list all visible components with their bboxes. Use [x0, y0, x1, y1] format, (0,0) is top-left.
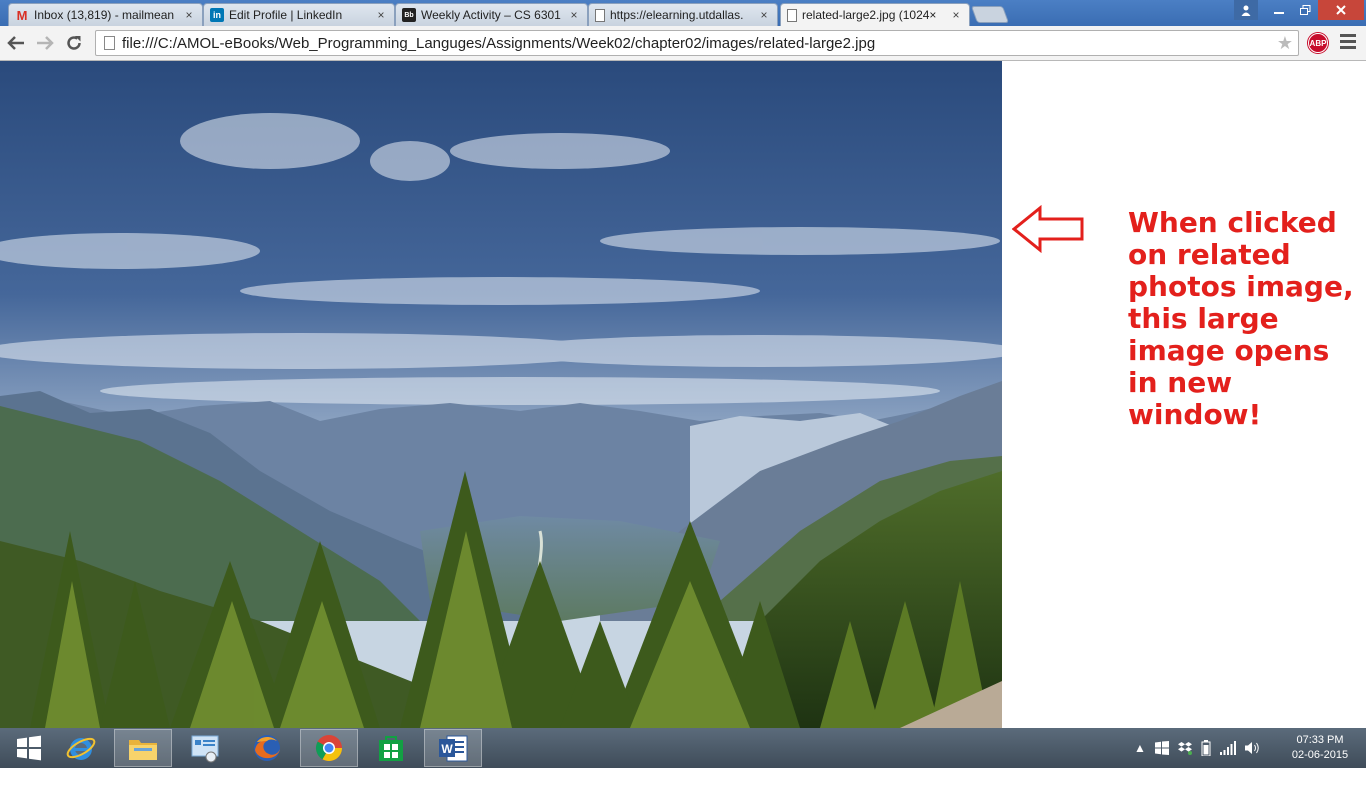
svg-text:W: W [441, 742, 453, 756]
dropbox-icon[interactable] [1177, 741, 1192, 755]
battery-icon[interactable] [1201, 740, 1211, 756]
restore-icon[interactable] [1292, 0, 1318, 20]
tab-close-icon[interactable]: × [949, 8, 963, 22]
page-content: When clicked on related photos image, th… [0, 61, 1366, 728]
network-signal-icon[interactable] [1219, 741, 1236, 755]
tab-title: Weekly Activity – CS 6301 [421, 8, 561, 22]
firefox-icon[interactable] [238, 729, 296, 767]
chrome-menu-icon[interactable] [1340, 34, 1356, 50]
tab-close-icon[interactable]: × [182, 8, 196, 22]
reload-icon[interactable] [63, 32, 85, 54]
page-icon [104, 36, 115, 50]
chrome-icon[interactable] [300, 729, 358, 767]
tab-close-icon[interactable]: × [757, 8, 771, 22]
windows-taskbar: W ▲ 07:33 PM 02-06-2015 [0, 728, 1366, 768]
tab-gmail[interactable]: M Inbox (13,819) - mailmean × [8, 3, 203, 26]
new-tab-button[interactable] [970, 6, 1010, 23]
tab-close-icon[interactable]: × [567, 8, 581, 22]
volume-icon[interactable] [1244, 741, 1261, 755]
close-window-icon[interactable] [1318, 0, 1364, 20]
internet-explorer-icon[interactable] [52, 729, 110, 767]
bookmark-star-icon[interactable]: ★ [1277, 33, 1293, 54]
blackboard-icon: Bb [402, 8, 416, 22]
page-icon [787, 8, 797, 22]
user-profile-icon[interactable] [1234, 0, 1258, 20]
tab-linkedin[interactable]: in Edit Profile | LinkedIn × [203, 3, 395, 26]
tab-title: Edit Profile | LinkedIn [229, 8, 343, 22]
tab-weekly-activity[interactable]: Bb Weekly Activity – CS 6301 × [395, 3, 588, 26]
forward-arrow-icon[interactable] [34, 32, 56, 54]
url-text[interactable]: file:///C:/AMOL-eBooks/Web_Programming_L… [122, 35, 875, 52]
clock[interactable]: 07:33 PM 02-06-2015 [1284, 733, 1356, 763]
word-icon[interactable]: W [424, 729, 482, 767]
clock-date: 02-06-2015 [1291, 749, 1349, 761]
address-bar[interactable]: file:///C:/AMOL-eBooks/Web_Programming_L… [95, 30, 1299, 56]
clock-time: 07:33 PM [1296, 734, 1344, 746]
tab-elearning[interactable]: https://elearning.utdallas. × [588, 3, 778, 26]
left-arrow-icon [1011, 204, 1086, 258]
tab-close-icon[interactable]: × [374, 8, 388, 22]
tab-strip: M Inbox (13,819) - mailmean × in Edit Pr… [0, 0, 1366, 26]
page-icon [595, 8, 605, 22]
annotation-text: When clicked on related photos image, th… [1128, 206, 1354, 431]
tab-title: related-large2.jpg (1024× [802, 8, 937, 22]
adblock-plus-icon[interactable]: ABP [1308, 33, 1328, 53]
screen-bottom-margin [0, 768, 1366, 792]
browser-toolbar: file:///C:/AMOL-eBooks/Web_Programming_L… [0, 26, 1366, 61]
control-panel-icon[interactable] [176, 729, 234, 767]
show-hidden-icons-icon[interactable]: ▲ [1134, 741, 1146, 755]
windows-store-icon[interactable] [362, 729, 420, 767]
start-icon[interactable] [0, 729, 58, 767]
minimize-icon[interactable] [1266, 0, 1292, 20]
tab-related-large2[interactable]: related-large2.jpg (1024× × [780, 3, 970, 26]
linkedin-icon: in [210, 8, 224, 22]
mountain-landscape-photo [0, 61, 1002, 728]
system-tray: ▲ [1134, 728, 1261, 768]
action-center-flag-icon[interactable] [1154, 741, 1169, 755]
gmail-icon: M [16, 7, 28, 23]
tab-title: https://elearning.utdallas. [610, 8, 744, 22]
file-explorer-icon[interactable] [114, 729, 172, 767]
tab-title: Inbox (13,819) - mailmean [34, 8, 175, 22]
back-arrow-icon[interactable] [5, 32, 27, 54]
